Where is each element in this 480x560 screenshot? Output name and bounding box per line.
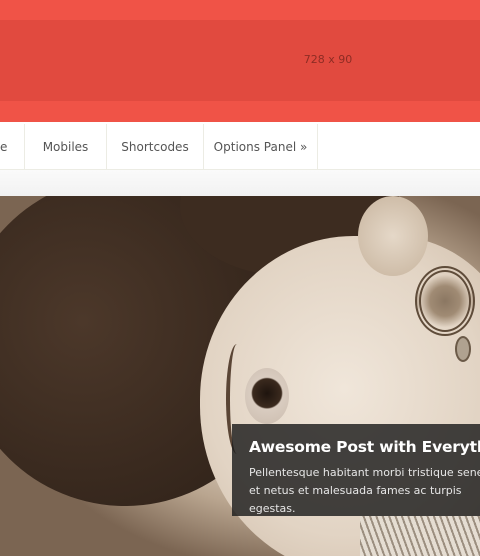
slide-image-earring-drop — [455, 336, 471, 362]
bottom-divider — [0, 556, 480, 560]
nav-shadow-strip — [0, 170, 480, 196]
slide-excerpt: Pellentesque habitant morbi tristique se… — [249, 466, 480, 515]
nav-item-shortcodes[interactable]: Shortcodes — [107, 124, 204, 170]
ad-placeholder[interactable] — [0, 20, 480, 101]
featured-slider[interactable]: Awesome Post with Everything Pellentesqu… — [0, 196, 480, 560]
slide-image-ear — [358, 196, 428, 276]
ad-size-label: 728 x 90 — [303, 53, 353, 66]
slide-image-earring — [415, 266, 475, 336]
slide-image-eye — [245, 368, 289, 424]
slide-image-coil — [360, 516, 480, 556]
nav-item-partial[interactable]: e — [0, 124, 25, 170]
header-banner: 728 x 90 — [0, 0, 480, 122]
main-navigation: e Mobiles Shortcodes Options Panel » — [0, 122, 480, 170]
slide-title-link[interactable]: Awesome Post with Everything — [249, 438, 480, 456]
slide-caption: Awesome Post with Everything Pellentesqu… — [232, 424, 480, 516]
nav-item-mobiles[interactable]: Mobiles — [25, 124, 107, 170]
nav-item-options-panel[interactable]: Options Panel » — [204, 124, 318, 170]
